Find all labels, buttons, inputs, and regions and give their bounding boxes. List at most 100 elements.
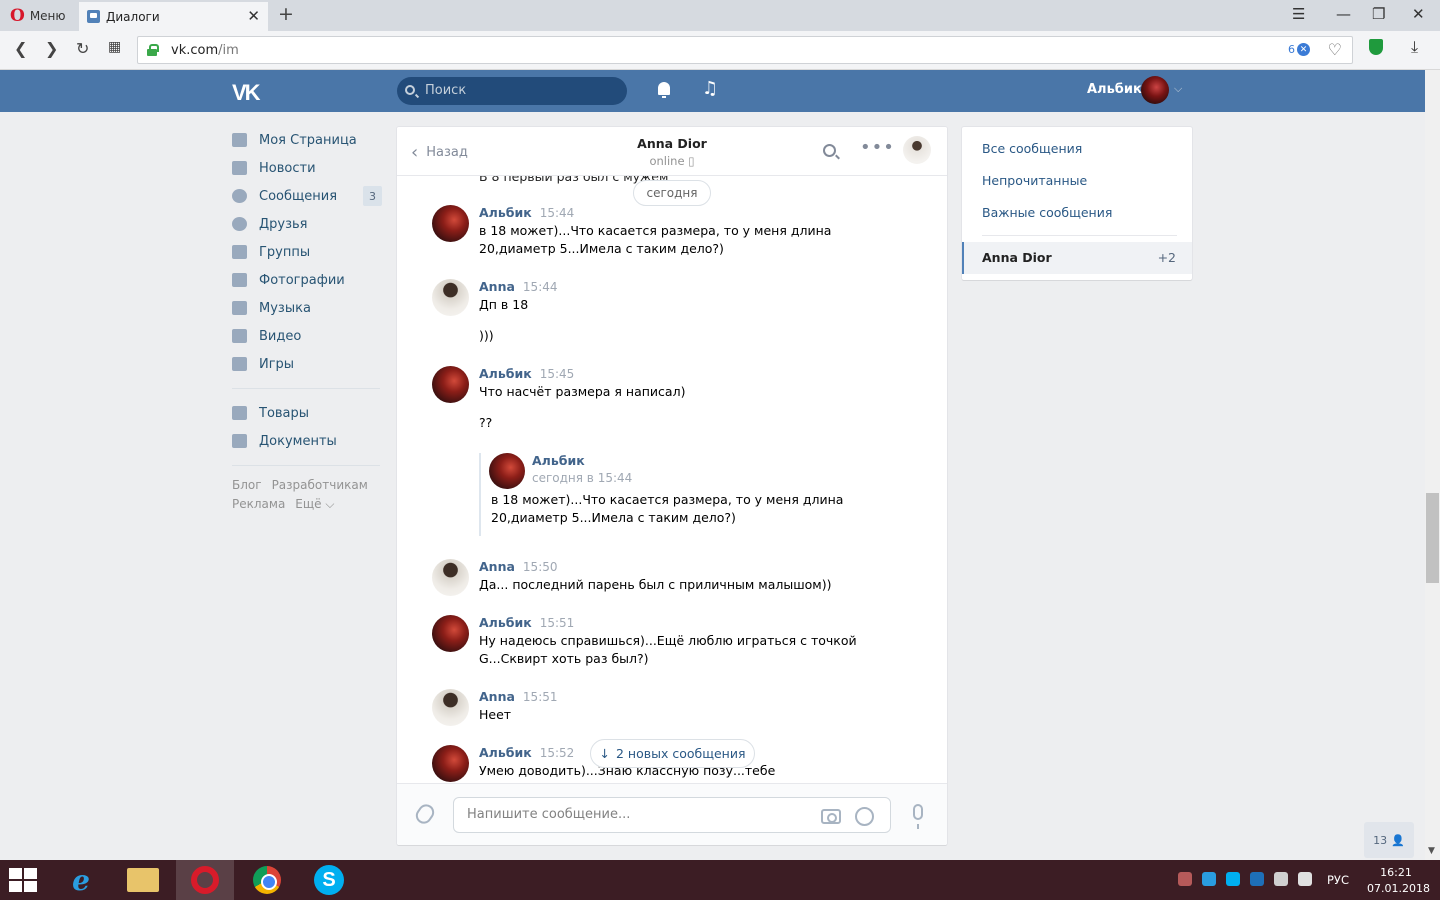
taskbar-internet-explorer[interactable]: e <box>52 860 110 900</box>
message-author[interactable]: Альбик 15:44 <box>479 205 574 220</box>
message-author[interactable]: Альбик 15:52 <box>479 745 574 760</box>
message-author[interactable]: Альбик 15:51 <box>479 615 574 630</box>
music-note-icon[interactable]: ♫ <box>702 78 718 99</box>
message-text: Что насчёт размера я написал) <box>479 384 686 399</box>
taskbar-file-explorer[interactable] <box>114 860 172 900</box>
close-window-button[interactable]: ✕ <box>1412 5 1425 23</box>
tray-volume-icon[interactable] <box>1298 872 1312 886</box>
minimize-window-button[interactable]: — <box>1336 5 1351 23</box>
avatar[interactable] <box>432 279 469 316</box>
taskbar-chrome[interactable] <box>238 860 296 900</box>
filter-unread[interactable]: Непрочитанные <box>982 173 1087 188</box>
friends-online-button[interactable]: 13 👤 <box>1364 822 1414 858</box>
vk-search-input[interactable]: Поиск <box>397 77 627 105</box>
message-author[interactable]: Anna 15:44 <box>479 279 558 294</box>
message-text: Неет <box>479 707 512 722</box>
footer-link-more[interactable]: Ещё ⌵ <box>295 497 334 511</box>
windows-start-icon[interactable] <box>9 868 37 892</box>
filter-important[interactable]: Важные сообщения <box>982 205 1112 220</box>
microphone-icon[interactable] <box>913 804 923 829</box>
forwarded-message[interactable]: Альбик сегодня в 15:44 в 18 может)...Что… <box>479 453 843 536</box>
left-sidebar: Моя Страница Новости Сообщения 3 Друзья Г… <box>232 126 382 514</box>
tab-menu-icon[interactable]: ☰ <box>1292 5 1305 23</box>
tray-app-icon[interactable] <box>1178 872 1192 886</box>
active-dialog-name: Anna Dior <box>982 250 1052 265</box>
avatar[interactable] <box>432 615 469 652</box>
news-icon <box>232 161 247 175</box>
emoji-smile-icon[interactable] <box>855 807 874 826</box>
avatar[interactable] <box>432 366 469 403</box>
new-messages-label: 2 новых сообщения <box>615 746 746 761</box>
camera-icon[interactable] <box>821 809 841 824</box>
message-time: 15:52 <box>539 746 575 760</box>
system-clock[interactable]: 16:21 07.01.2018 <box>1367 865 1430 897</box>
sidebar-item-my-page[interactable]: Моя Страница <box>232 126 382 154</box>
tray-app-icon[interactable] <box>1202 872 1216 886</box>
message-time: 15:50 <box>522 560 558 574</box>
footer-link-ads[interactable]: Реклама <box>232 497 285 511</box>
speed-dial-grid-icon[interactable]: ▦ <box>108 39 121 55</box>
sidebar-item-label: Видео <box>259 328 302 344</box>
avatar[interactable] <box>432 689 469 726</box>
vpn-shield-icon[interactable] <box>1369 39 1383 55</box>
sidebar-item-friends[interactable]: Друзья <box>232 210 382 238</box>
scrollbar-thumb[interactable] <box>1426 493 1439 583</box>
close-tab-icon[interactable]: ✕ <box>247 7 260 25</box>
url-field[interactable]: vk.com/im 6 ✕ ♡ <box>137 36 1353 64</box>
input-language[interactable]: РУС <box>1327 873 1349 887</box>
page-scrollbar[interactable]: ▼ <box>1425 70 1440 860</box>
avatar[interactable] <box>432 745 469 782</box>
filter-all-messages[interactable]: Все сообщения <box>982 141 1082 156</box>
new-tab-button[interactable]: + <box>278 3 294 25</box>
restore-window-button[interactable]: ❐ <box>1372 5 1385 23</box>
message-input[interactable]: Напишите сообщение... <box>453 797 891 833</box>
back-arrow-icon[interactable]: ❮ <box>14 39 27 58</box>
vk-logo[interactable]: VK <box>232 80 261 106</box>
active-dialog-item[interactable]: Anna Dior +2 <box>962 242 1192 274</box>
avatar[interactable] <box>432 559 469 596</box>
avatar[interactable] <box>489 453 525 489</box>
sidebar-item-messages[interactable]: Сообщения 3 <box>232 182 382 210</box>
scroll-down-arrow-icon[interactable]: ▼ <box>1428 846 1435 856</box>
forwarded-author[interactable]: Альбик <box>532 453 585 468</box>
sidebar-item-groups[interactable]: Группы <box>232 238 382 266</box>
attach-paperclip-icon[interactable] <box>412 801 438 827</box>
sidebar-item-documents[interactable]: Документы <box>232 427 382 455</box>
forward-arrow-icon[interactable]: ❯ <box>45 39 58 58</box>
message-author[interactable]: Anna 15:51 <box>479 689 558 704</box>
sidebar-item-photos[interactable]: Фотографии <box>232 266 382 294</box>
sidebar-item-music[interactable]: Музыка <box>232 294 382 322</box>
contact-avatar[interactable] <box>903 136 931 164</box>
new-messages-button[interactable]: ↓ 2 новых сообщения <box>590 739 755 768</box>
ad-block-badge[interactable]: 6 ✕ <box>1288 43 1310 56</box>
header-avatar[interactable] <box>1141 76 1169 104</box>
message-author[interactable]: Альбик 15:45 <box>479 366 574 381</box>
notifications-bell-icon[interactable] <box>657 82 671 98</box>
download-icon[interactable]: ⤓ <box>1411 37 1418 57</box>
opera-menu-button[interactable]: O Меню <box>0 0 76 31</box>
tray-bluetooth-icon[interactable] <box>1250 872 1264 886</box>
tray-skype-icon[interactable] <box>1226 872 1240 886</box>
arrow-down-icon: ↓ <box>599 746 610 761</box>
tray-network-icon[interactable] <box>1274 872 1288 886</box>
more-dots-icon[interactable]: ••• <box>860 137 895 158</box>
taskbar-skype[interactable]: S <box>300 860 358 900</box>
browser-tab[interactable]: Диалоги ✕ <box>79 2 268 31</box>
bookmark-heart-icon[interactable]: ♡ <box>1328 40 1342 59</box>
header-user-name[interactable]: Альбик <box>1087 82 1142 97</box>
chevron-down-icon[interactable]: ⌵ <box>1174 82 1182 96</box>
message-history[interactable]: В 8 первый раз был с мужем сегодня Альби… <box>397 176 947 783</box>
message-author[interactable]: Anna 15:50 <box>479 559 558 574</box>
forwarded-date: сегодня в 15:44 <box>532 471 633 485</box>
sidebar-item-market[interactable]: Товары <box>232 399 382 427</box>
sidebar-item-video[interactable]: Видео <box>232 322 382 350</box>
footer-link-developers[interactable]: Разработчикам <box>272 478 368 492</box>
sidebar-item-games[interactable]: Игры <box>232 350 382 378</box>
home-icon <box>232 133 247 147</box>
avatar[interactable] <box>432 205 469 242</box>
taskbar-opera[interactable] <box>176 860 234 900</box>
reload-icon[interactable]: ↻ <box>76 39 89 58</box>
search-icon[interactable] <box>823 144 836 157</box>
footer-link-blog[interactable]: Блог <box>232 478 262 492</box>
sidebar-item-news[interactable]: Новости <box>232 154 382 182</box>
